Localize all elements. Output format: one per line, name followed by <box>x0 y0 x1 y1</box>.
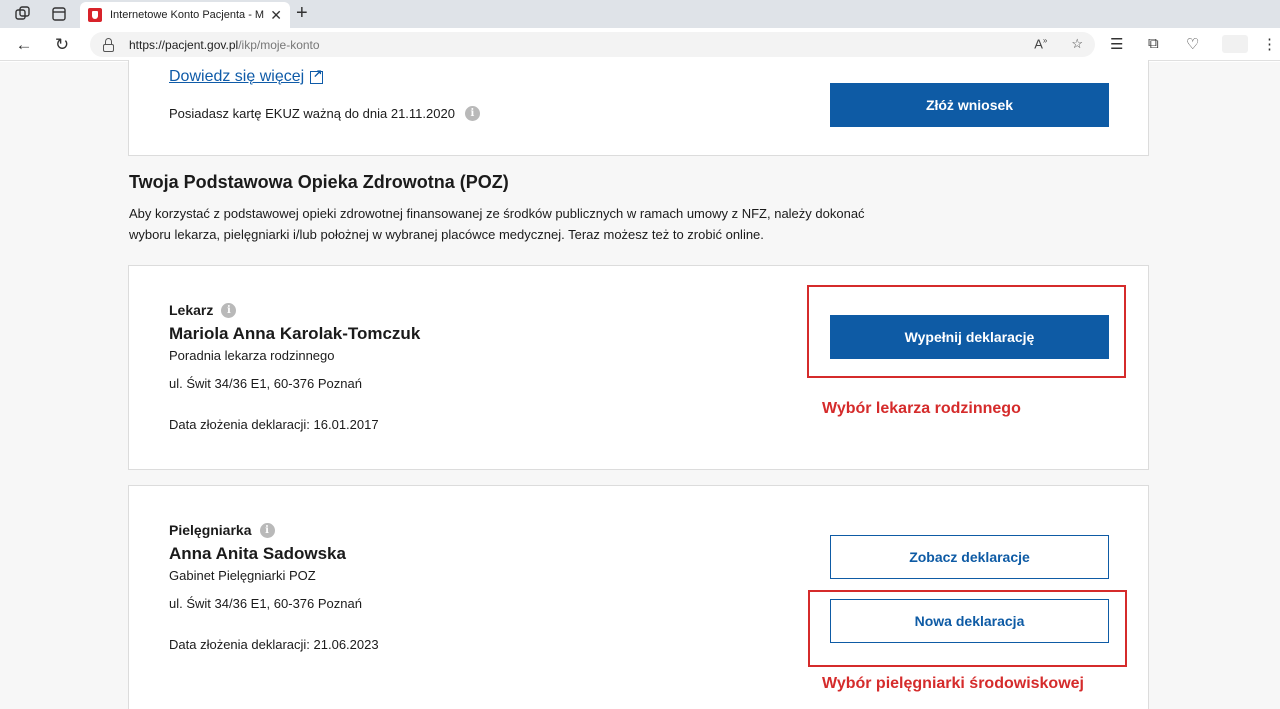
favorite-star-icon[interactable]: ☆ <box>1071 36 1083 52</box>
tab-actions-icon[interactable] <box>50 5 68 23</box>
address-bar-row: ← ↻ https://pacjent.gov.pl/ikp/moje-kont… <box>0 28 1280 61</box>
nurse-place: Gabinet Pielęgniarki POZ <box>169 568 316 583</box>
back-arrow-icon[interactable]: ← <box>14 35 34 55</box>
url-text: https://pacjent.gov.pl/ikp/moje-konto <box>129 37 320 52</box>
nurse-role-label: Pielęgniarka i <box>169 522 275 538</box>
external-link-icon <box>310 67 324 84</box>
info-icon[interactable]: i <box>221 302 237 318</box>
doctor-declaration-date: Data złożenia deklaracji: 16.01.2017 <box>169 417 379 432</box>
collections-icon[interactable]: ⧉ <box>1148 35 1159 52</box>
doctor-role-label: Lekarz i <box>169 302 237 318</box>
profile-icon[interactable] <box>1222 35 1248 53</box>
annotation-label-doctor: Wybór lekarza rodzinnego <box>822 400 1021 417</box>
gov-emblem-icon <box>88 8 102 22</box>
new-tab-icon[interactable]: + <box>296 3 308 23</box>
ekuz-card: Dowiedz się więcej Posiadasz kartę EKUZ … <box>128 60 1149 156</box>
url-input[interactable]: https://pacjent.gov.pl/ikp/moje-konto A»… <box>90 32 1095 57</box>
favorites-icon[interactable]: ☰ <box>1110 35 1123 53</box>
annotation-frame-doctor <box>807 285 1126 378</box>
close-tab-icon[interactable]: ✕ <box>270 7 282 24</box>
refresh-icon[interactable]: ↻ <box>52 35 72 55</box>
section-intro: Aby korzystać z podstawowej opieki zdrow… <box>129 206 865 242</box>
workspaces-icon[interactable] <box>14 5 32 23</box>
info-icon[interactable]: i <box>259 522 275 538</box>
tab-active[interactable]: Internetowe Konto Pacjenta - Mo ✕ <box>80 2 290 28</box>
browser-tab-bar: Internetowe Konto Pacjenta - Mo ✕ + <box>0 0 1280 28</box>
tab-title: Internetowe Konto Pacjenta - Mo <box>110 9 265 21</box>
learn-more-link[interactable]: Dowiedz się więcej <box>169 67 324 86</box>
browser-essentials-icon[interactable]: ♡ <box>1186 35 1199 53</box>
info-icon[interactable]: i <box>464 106 480 121</box>
ekuz-status: Posiadasz kartę EKUZ ważną do dnia 21.11… <box>169 106 480 121</box>
section-title: Twoja Podstawowa Opieka Zdrowotna (POZ) <box>129 172 509 192</box>
submit-application-button[interactable]: Złóż wniosek <box>830 83 1109 127</box>
nurse-name: Anna Anita Sadowska <box>169 544 346 563</box>
doctor-place: Poradnia lekarza rodzinnego <box>169 348 335 363</box>
annotation-frame-nurse <box>808 590 1127 667</box>
page-content: Dowiedz się więcej Posiadasz kartę EKUZ … <box>0 60 1280 709</box>
nurse-declaration-date: Data złożenia deklaracji: 21.06.2023 <box>169 637 379 652</box>
doctor-address: ul. Świt 34/36 E1, 60-376 Poznań <box>169 376 362 391</box>
doctor-name: Mariola Anna Karolak-Tomczuk <box>169 324 421 343</box>
view-declarations-button[interactable]: Zobacz deklaracje <box>830 535 1109 579</box>
annotation-label-nurse: Wybór pielęgniarki środowiskowej <box>822 675 1084 692</box>
lock-icon <box>102 37 115 52</box>
more-menu-icon[interactable]: ⋮ <box>1262 35 1277 53</box>
nurse-address: ul. Świt 34/36 E1, 60-376 Poznań <box>169 596 362 611</box>
read-aloud-icon[interactable]: A» <box>1034 36 1047 52</box>
